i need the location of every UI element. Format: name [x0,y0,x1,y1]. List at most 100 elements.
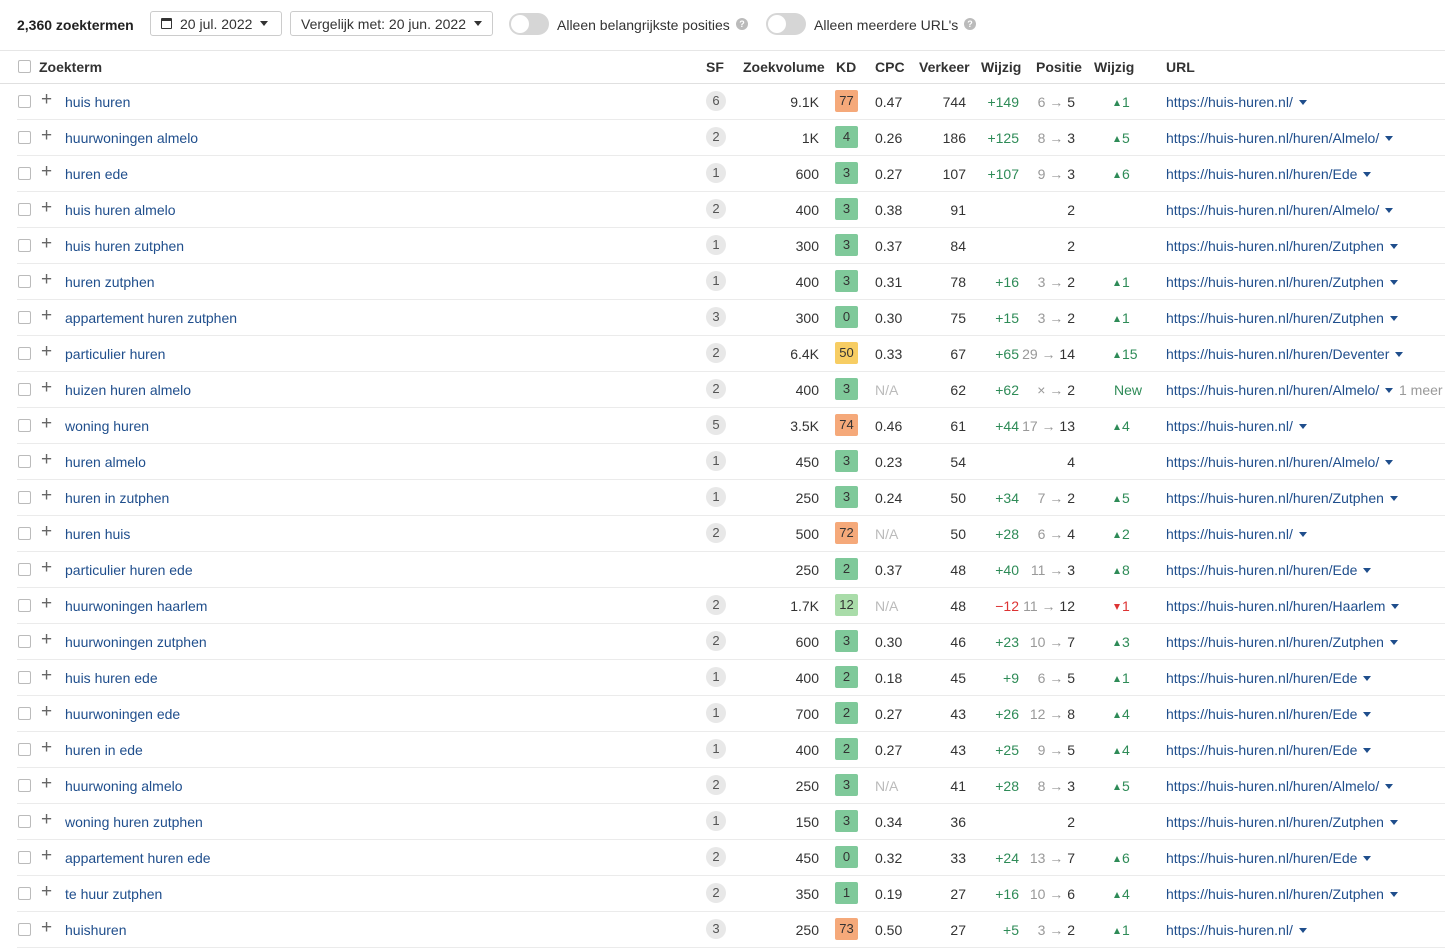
row-checkbox[interactable] [18,851,31,864]
chevron-down-icon[interactable] [1389,244,1398,249]
serp-features-badge[interactable]: 1 [706,163,726,183]
ranking-url-link[interactable]: https://huis-huren.nl/ [1166,418,1307,434]
ranking-url-link[interactable]: https://huis-huren.nl/ [1166,526,1307,542]
keyword-link[interactable]: huren in zutphen [65,490,169,506]
keyword-link[interactable]: huurwoning almelo [65,778,183,794]
serp-features-badge[interactable]: 1 [706,667,726,687]
keyword-link[interactable]: huren ede [65,166,128,182]
chevron-down-icon[interactable] [1389,316,1398,321]
chevron-down-icon[interactable] [1298,532,1307,537]
serp-features-badge[interactable]: 2 [706,343,726,363]
keyword-link[interactable]: huurwoningen almelo [65,130,198,146]
chevron-down-icon[interactable] [1363,568,1372,573]
chevron-down-icon[interactable] [1389,280,1398,285]
serp-features-badge[interactable]: 1 [706,739,726,759]
ranking-url-link[interactable]: https://huis-huren.nl/huren/Deventer [1166,346,1404,362]
chevron-down-icon[interactable] [1389,892,1398,897]
header-volume[interactable]: Zoekvolume [743,59,825,75]
serp-features-badge[interactable]: 3 [706,919,726,939]
serp-features-badge[interactable]: 2 [706,847,726,867]
row-checkbox[interactable] [18,887,31,900]
multiple-urls-toggle[interactable] [766,13,806,35]
ranking-url-link[interactable]: https://huis-huren.nl/huren/Haarlem [1166,598,1400,614]
row-checkbox[interactable] [18,707,31,720]
serp-features-badge[interactable]: 2 [706,523,726,543]
row-checkbox[interactable] [18,527,31,540]
row-checkbox[interactable] [18,779,31,792]
row-checkbox[interactable] [18,599,31,612]
main-positions-toggle[interactable] [509,13,549,35]
chevron-down-icon[interactable] [1298,424,1307,429]
row-checkbox[interactable] [18,131,31,144]
add-keyword-icon[interactable]: + [41,666,52,685]
ranking-url-link[interactable]: https://huis-huren.nl/huren/Zutphen [1166,886,1398,902]
row-checkbox[interactable] [18,347,31,360]
add-keyword-icon[interactable]: + [41,270,52,289]
serp-features-badge[interactable]: 1 [706,451,726,471]
chevron-down-icon[interactable] [1363,172,1372,177]
serp-features-badge[interactable]: 2 [706,595,726,615]
add-keyword-icon[interactable]: + [41,594,52,613]
row-checkbox[interactable] [18,167,31,180]
row-checkbox[interactable] [18,383,31,396]
header-cpc[interactable]: CPC [875,59,905,75]
add-keyword-icon[interactable]: + [41,378,52,397]
row-checkbox[interactable] [18,203,31,216]
ranking-url-link[interactable]: https://huis-huren.nl/huren/Zutphen [1166,274,1398,290]
serp-features-badge[interactable]: 2 [706,775,726,795]
header-change[interactable]: Wijzig [981,59,1021,75]
chevron-down-icon[interactable] [1385,208,1394,213]
ranking-url-link[interactable]: https://huis-huren.nl/huren/Zutphen [1166,634,1398,650]
add-keyword-icon[interactable]: + [41,774,52,793]
serp-features-badge[interactable]: 1 [706,271,726,291]
add-keyword-icon[interactable]: + [41,342,52,361]
chevron-down-icon[interactable] [1389,820,1398,825]
ranking-url-link[interactable]: https://huis-huren.nl/huren/Zutphen [1166,814,1398,830]
keyword-link[interactable]: huren zutphen [65,274,155,290]
serp-features-badge[interactable]: 2 [706,127,726,147]
keyword-link[interactable]: huren in ede [65,742,143,758]
row-checkbox[interactable] [18,95,31,108]
row-checkbox[interactable] [18,311,31,324]
chevron-down-icon[interactable] [1363,712,1372,717]
row-checkbox[interactable] [18,563,31,576]
keyword-link[interactable]: huishuren [65,922,127,938]
serp-features-badge[interactable]: 1 [706,811,726,831]
serp-features-badge[interactable]: 5 [706,415,726,435]
chevron-down-icon[interactable] [1363,856,1372,861]
keyword-link[interactable]: huurwoningen zutphen [65,634,207,650]
ranking-url-link[interactable]: https://huis-huren.nl/huren/Ede [1166,166,1372,182]
add-keyword-icon[interactable]: + [41,90,52,109]
keyword-link[interactable]: huizen huren almelo [65,382,191,398]
header-position-change[interactable]: Wijzig [1094,59,1134,75]
ranking-url-link[interactable]: https://huis-huren.nl/huren/Zutphen [1166,310,1398,326]
add-keyword-icon[interactable]: + [41,918,52,937]
add-keyword-icon[interactable]: + [41,414,52,433]
add-keyword-icon[interactable]: + [41,162,52,181]
add-keyword-icon[interactable]: + [41,306,52,325]
serp-features-badge[interactable]: 2 [706,199,726,219]
row-checkbox[interactable] [18,743,31,756]
chevron-down-icon[interactable] [1391,604,1400,609]
keyword-link[interactable]: huis huren almelo [65,202,176,218]
ranking-url-link[interactable]: https://huis-huren.nl/huren/Almelo/ [1166,202,1394,218]
ranking-url-link[interactable]: https://huis-huren.nl/huren/Almelo/ [1166,778,1394,794]
add-keyword-icon[interactable]: + [41,810,52,829]
keyword-link[interactable]: huren huis [65,526,130,542]
row-checkbox[interactable] [18,635,31,648]
add-keyword-icon[interactable]: + [41,630,52,649]
chevron-down-icon[interactable] [1389,496,1398,501]
row-checkbox[interactable] [18,815,31,828]
add-keyword-icon[interactable]: + [41,450,52,469]
ranking-url-link[interactable]: https://huis-huren.nl/huren/Almelo/ [1166,130,1394,146]
keyword-link[interactable]: huurwoningen haarlem [65,598,207,614]
keyword-link[interactable]: huren almelo [65,454,146,470]
chevron-down-icon[interactable] [1363,676,1372,681]
chevron-down-icon[interactable] [1363,748,1372,753]
add-keyword-icon[interactable]: + [41,198,52,217]
serp-features-badge[interactable]: 2 [706,379,726,399]
help-icon[interactable]: ? [964,18,976,30]
header-position[interactable]: Positie [1036,59,1082,75]
header-url[interactable]: URL [1166,59,1195,75]
header-keyword[interactable]: Zoekterm [39,59,102,75]
